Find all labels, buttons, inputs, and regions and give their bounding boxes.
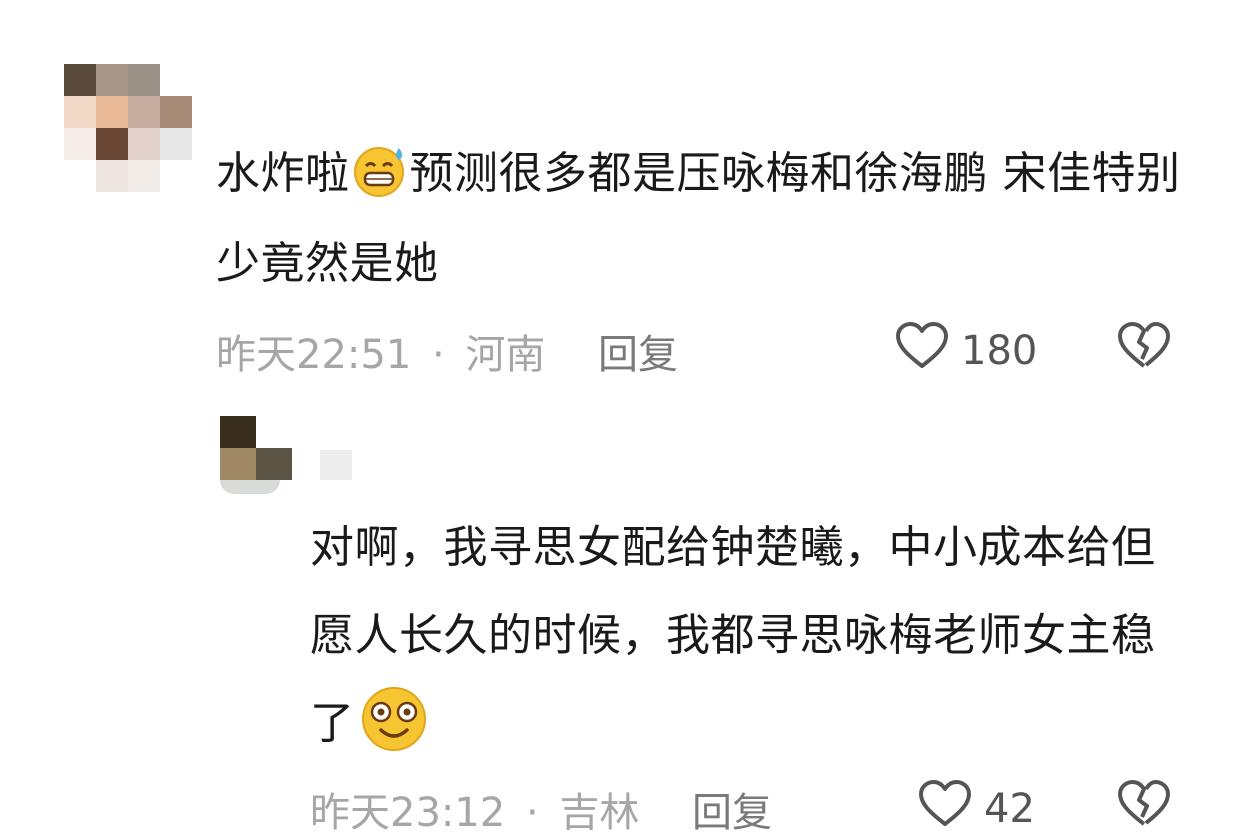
reply-text: 对啊，我寻思女配给钟楚曦，中小成本给但愿人长久的时候，我都寻思咏梅老师女主稳了 (310, 504, 1170, 782)
comment-text: 水炸啦 预测很多都是压咏梅和徐海鹏 宋佳特别少竟然是她 (216, 134, 1196, 304)
reply-meta: 昨天23:12 · 吉林 (310, 780, 639, 838)
reply-like-button[interactable]: 42 (918, 780, 1035, 838)
meta-separator: · (432, 332, 445, 378)
reply-text-body: 对啊，我寻思女配给钟楚曦，中小成本给但愿人长久的时候，我都寻思咏梅老师女主稳了 (310, 522, 1156, 749)
heart-icon (918, 780, 984, 838)
reply-reply-button[interactable]: 回复 (692, 780, 772, 838)
comment-like-button[interactable]: 180 (895, 322, 1037, 380)
comment-like-count: 180 (961, 328, 1038, 374)
reply-dislike-button[interactable] (1117, 780, 1171, 832)
comment-text-part1: 水炸啦 (216, 148, 350, 199)
sweat-grin-emoji-icon (351, 144, 409, 224)
comment-meta: 昨天22:51 · 河南 (216, 322, 545, 380)
reply-time: 昨天23:12 (310, 790, 506, 836)
broken-heart-icon (1117, 322, 1171, 374)
reply-username-placeholder (320, 450, 352, 480)
dazed-smile-emoji-icon (359, 686, 429, 782)
comment-reply-button[interactable]: 回复 (598, 322, 678, 380)
heart-icon (895, 322, 961, 380)
comment-time: 昨天22:51 (216, 332, 412, 378)
comment-location: 河南 (465, 332, 546, 378)
meta-separator: · (526, 790, 539, 836)
reply-avatar[interactable] (220, 416, 292, 496)
reply-location: 吉林 (559, 790, 640, 836)
comment-dislike-button[interactable] (1117, 322, 1171, 374)
reply-like-count: 42 (984, 786, 1035, 832)
broken-heart-icon (1117, 780, 1171, 832)
avatar[interactable] (64, 64, 192, 192)
